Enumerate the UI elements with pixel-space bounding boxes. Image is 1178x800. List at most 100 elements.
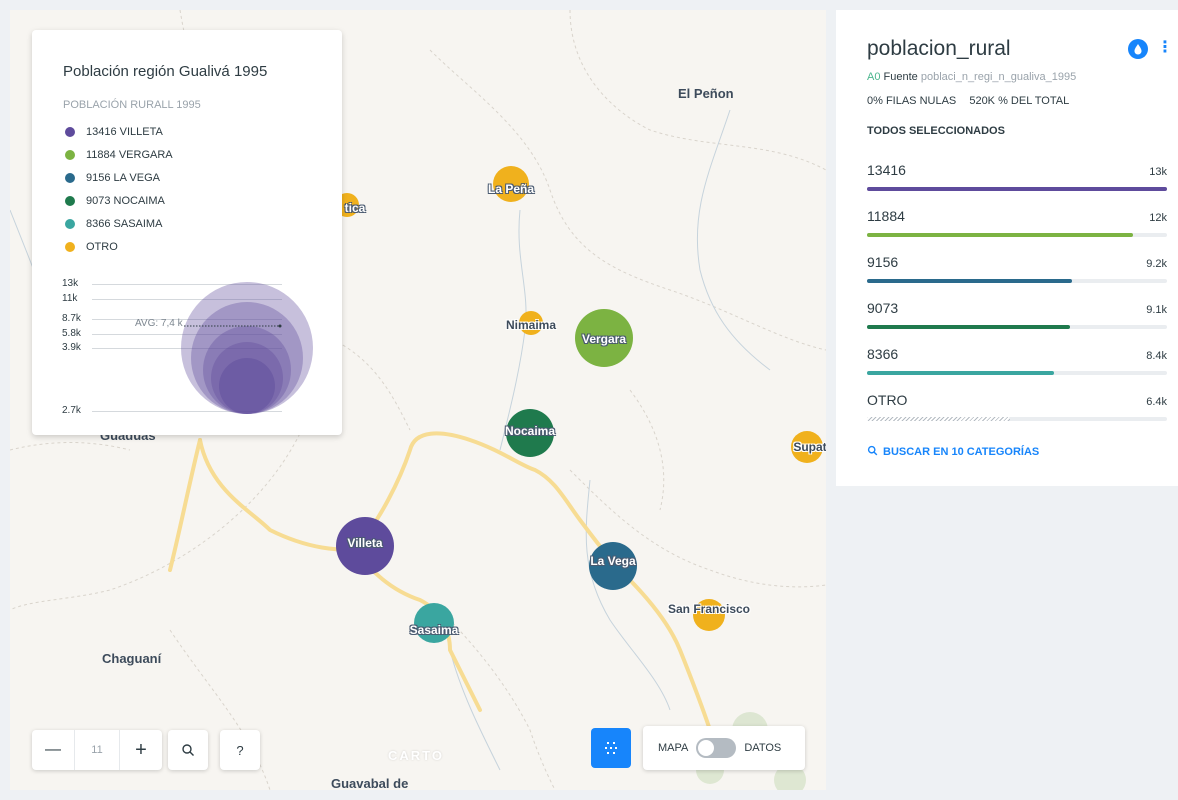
legend-dot — [65, 172, 75, 183]
category-bar-track — [867, 233, 1167, 237]
drop-icon — [1134, 44, 1142, 55]
category-count: 6.4k — [1146, 396, 1167, 408]
toggle-label-map: MAPA — [658, 742, 689, 754]
category-bar-track — [867, 187, 1167, 191]
category-row[interactable]: 13416 13k — [867, 162, 1167, 202]
category-name: OTRO — [867, 392, 908, 408]
bubble-label-la-pena: La Peña — [487, 182, 535, 196]
category-count: 9.2k — [1146, 258, 1167, 270]
zoom-control: — 11 + — [32, 730, 162, 770]
category-bar-fill — [867, 417, 1011, 421]
category-bar-track — [867, 371, 1167, 375]
size-legend-circles — [181, 282, 313, 414]
legend-item: 11884 VERGARA — [63, 143, 173, 166]
bubble-label-vergara: Vergara — [581, 332, 627, 346]
category-bar-fill — [867, 233, 1133, 237]
category-name: 8366 — [867, 346, 899, 362]
search-icon — [182, 744, 194, 756]
selection-status: TODOS SELECCIONADOS — [867, 125, 1005, 137]
place-label-el-penon: El Peñon — [678, 86, 734, 101]
size-legend: 13k 11k 8.7k 5.8k 3.9k 2.7k AVG: 7,4 k — [62, 278, 322, 428]
legend-dot — [65, 195, 75, 206]
category-row[interactable]: 11884 12k — [867, 208, 1167, 248]
bubble-label-san-francisco: San Francisco — [667, 602, 751, 616]
bubble-label-supata: Supat — [793, 440, 826, 454]
legend-dot — [65, 126, 75, 137]
category-count: 8.4k — [1146, 350, 1167, 362]
stats-line: 0% FILAS NULAS 520K % DEL TOTAL — [867, 95, 1069, 107]
category-count: 12k — [1149, 212, 1167, 224]
legend-item-label: 11884 VERGARA — [86, 148, 173, 161]
category-row[interactable]: OTRO 6.4k — [867, 392, 1167, 432]
layer-tag: A0 — [867, 71, 881, 83]
source-prefix: Fuente — [883, 71, 918, 83]
bubble-label-nocaima: Nocaima — [504, 424, 556, 438]
legend-card: Población región Gualivá 1995 POBLACIÓN … — [32, 30, 342, 435]
bubble-label-utica: tica — [344, 201, 366, 215]
category-bar-fill — [867, 187, 1167, 191]
null-rows: 0% FILAS NULAS — [867, 95, 957, 107]
category-bar-track — [867, 279, 1167, 283]
legend-item: OTRO — [63, 235, 173, 258]
category-count: 9.1k — [1146, 304, 1167, 316]
search-categories-link[interactable]: BUSCAR EN 10 CATEGORÍAS — [867, 445, 1039, 458]
grid-icon — [605, 742, 617, 754]
legend-item-label: 9156 LA VEGA — [86, 171, 160, 184]
legend-item-label: OTRO — [86, 240, 118, 253]
more-options-icon[interactable]: ⋮ — [1157, 37, 1173, 57]
layers-toggle-button[interactable] — [591, 728, 631, 768]
bubble-label-villeta: Villeta — [347, 536, 383, 550]
legend-item-label: 13416 VILLETA — [86, 125, 163, 138]
category-name: 11884 — [867, 208, 905, 224]
category-widget: poblacion_rural ⋮ A0 Fuente poblaci_n_re… — [836, 10, 1178, 486]
legend-title: Población región Gualivá 1995 — [63, 63, 268, 80]
legend-subtitle: POBLACIÓN RURALL 1995 — [63, 99, 201, 111]
legend-item-label: 8366 SASAIMA — [86, 217, 163, 230]
zoom-out-button[interactable]: — — [32, 730, 74, 770]
source-name: poblaci_n_regi_n_gualiva_1995 — [920, 71, 1077, 83]
legend-item-label: 9073 NOCAIMA — [86, 194, 165, 207]
legend-category-list: 13416 VILLETA 11884 VERGARA 9156 LA VEGA… — [63, 120, 173, 258]
category-bar-track — [867, 417, 1167, 421]
category-bar-fill — [867, 325, 1070, 329]
zoom-level: 11 — [74, 730, 120, 770]
category-name: 13416 — [867, 162, 906, 178]
switch-knob — [698, 740, 715, 756]
app: El Peñon Chaguaní Guavabal de Guaduas La… — [0, 0, 1178, 800]
legend-dot — [65, 149, 75, 160]
avg-label: AVG: 7,4 k — [135, 318, 183, 329]
toggle-label-data: DATOS — [744, 742, 782, 754]
total-pct: 520K % DEL TOTAL — [969, 95, 1070, 107]
search-icon — [867, 445, 878, 456]
legend-item: 9156 LA VEGA — [63, 166, 173, 189]
color-by-button[interactable] — [1128, 39, 1148, 59]
category-bar-fill — [867, 279, 1072, 283]
legend-dot — [65, 241, 75, 252]
search-categories-label: BUSCAR EN 10 CATEGORÍAS — [883, 446, 1040, 458]
category-row[interactable]: 9156 9.2k — [867, 254, 1167, 294]
map-data-toggle: MAPA DATOS — [643, 726, 805, 770]
category-bar-track — [867, 325, 1167, 329]
category-name: 9156 — [867, 254, 899, 270]
place-label-chaguani: Chaguaní — [102, 651, 162, 666]
bubble-label-sasaima: Sasaima — [409, 623, 459, 637]
legend-dot — [65, 218, 75, 229]
category-bar-fill — [867, 371, 1055, 375]
view-switch[interactable] — [696, 738, 737, 758]
help-button[interactable]: ? — [220, 730, 260, 770]
legend-item: 8366 SASAIMA — [63, 212, 173, 235]
category-count: 13k — [1149, 166, 1167, 178]
carto-watermark: CARTO — [388, 748, 444, 763]
legend-item: 9073 NOCAIMA — [63, 189, 173, 212]
category-row[interactable]: 8366 8.4k — [867, 346, 1167, 386]
bubble-label-la-vega: La Vega — [590, 554, 636, 568]
category-row[interactable]: 9073 9.1k — [867, 300, 1167, 340]
category-name: 9073 — [867, 300, 899, 316]
zoom-in-button[interactable]: + — [120, 730, 162, 770]
search-button[interactable] — [168, 730, 208, 770]
legend-item: 13416 VILLETA — [63, 120, 173, 143]
widget-title: poblacion_rural — [867, 37, 1011, 60]
place-label-guavabal: Guavabal de — [331, 776, 409, 790]
bubble-label-nimaima: Nimaima — [505, 318, 557, 332]
source-line: A0 Fuente poblaci_n_regi_n_gualiva_1995 — [867, 71, 1076, 83]
